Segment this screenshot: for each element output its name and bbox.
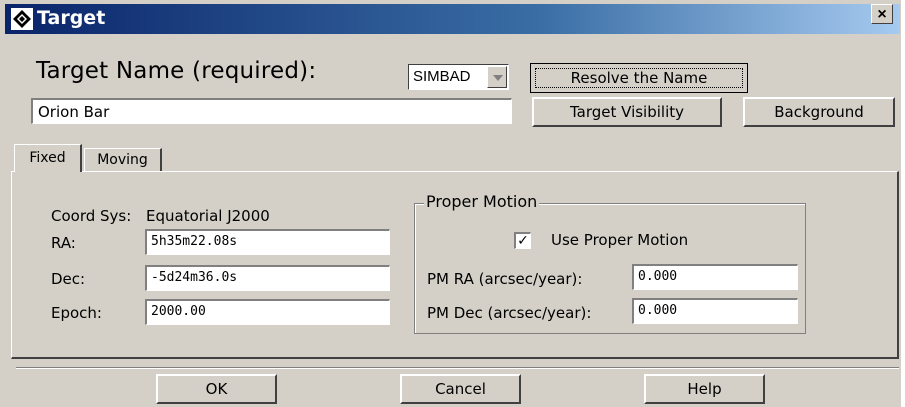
target-name-label: Target Name (required): <box>36 58 317 84</box>
ra-input[interactable]: 5h35m22.08s <box>145 229 390 255</box>
resolver-select[interactable]: SIMBAD <box>408 64 509 90</box>
epoch-input[interactable]: 2000.00 <box>145 299 390 325</box>
window-title: Target <box>37 7 106 29</box>
target-visibility-button[interactable]: Target Visibility <box>532 97 722 127</box>
use-proper-motion-checkbox[interactable]: ✓ <box>514 232 531 249</box>
app-diamond-icon <box>11 8 33 30</box>
dec-input[interactable]: -5d24m36.0s <box>145 265 390 291</box>
ok-button[interactable]: OK <box>156 374 277 404</box>
pm-dec-label: PM Dec (arcsec/year): <box>427 304 592 322</box>
background-button[interactable]: Background <box>743 97 895 127</box>
footer-separator <box>16 367 899 369</box>
resolver-selected-value: SIMBAD <box>413 68 471 85</box>
target-name-input[interactable]: Orion Bar <box>31 98 512 124</box>
title-bar[interactable]: Target <box>5 4 900 34</box>
proper-motion-title: Proper Motion <box>424 192 540 211</box>
help-button[interactable]: Help <box>644 374 765 404</box>
coord-sys-value: Equatorial J2000 <box>146 207 270 225</box>
tab-fixed[interactable]: Fixed <box>14 144 82 172</box>
dec-label: Dec: <box>51 270 86 288</box>
pm-ra-label: PM RA (arcsec/year): <box>427 270 583 288</box>
ra-label: RA: <box>51 234 76 252</box>
check-mark-icon: ✓ <box>517 232 529 248</box>
use-proper-motion-label: Use Proper Motion <box>551 231 689 249</box>
chevron-down-icon[interactable] <box>487 66 507 88</box>
cancel-button[interactable]: Cancel <box>400 374 521 404</box>
pm-ra-input[interactable]: 0.000 <box>632 264 798 290</box>
close-button[interactable]: × <box>871 4 893 24</box>
coord-sys-label: Coord Sys: <box>51 207 132 225</box>
tab-moving[interactable]: Moving <box>84 148 162 172</box>
window-edge <box>901 0 905 407</box>
resolve-name-button[interactable]: Resolve the Name <box>530 63 748 93</box>
close-icon: × <box>877 6 887 23</box>
resolve-name-label: Resolve the Name <box>535 68 743 88</box>
pm-dec-input[interactable]: 0.000 <box>632 298 798 324</box>
target-dialog: Target × Target Name (required): SIMBAD … <box>0 0 905 407</box>
epoch-label: Epoch: <box>51 304 102 322</box>
